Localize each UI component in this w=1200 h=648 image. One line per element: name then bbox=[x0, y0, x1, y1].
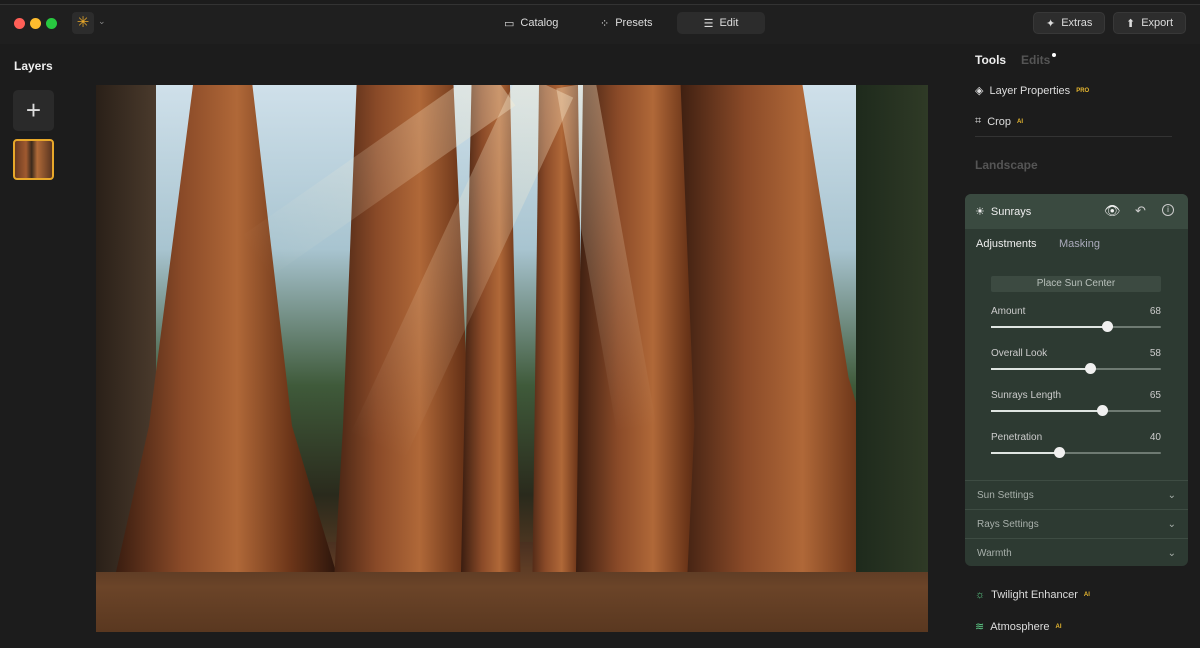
pro-badge: PRO bbox=[1076, 88, 1089, 94]
extras-button[interactable]: ✦ Extras bbox=[1033, 12, 1105, 34]
collapsible-section[interactable]: Rays Settings ⌄ bbox=[965, 509, 1188, 538]
collapsible-section[interactable]: Sun Settings ⌄ bbox=[965, 480, 1188, 509]
eye-icon[interactable]: 👁 bbox=[1104, 203, 1121, 219]
presets-label: Presets bbox=[615, 17, 652, 29]
layer-thumbnail[interactable] bbox=[13, 139, 54, 180]
close-window-button[interactable] bbox=[14, 18, 25, 29]
chevron-down-icon: ⌄ bbox=[1168, 519, 1176, 530]
slider-fill bbox=[991, 452, 1059, 454]
slider-value: 65 bbox=[1150, 390, 1161, 401]
collapsible-section[interactable]: Warmth ⌄ bbox=[965, 538, 1188, 566]
place-sun-center-button[interactable]: Place Sun Center bbox=[991, 276, 1161, 292]
slider-handle[interactable] bbox=[1102, 321, 1113, 332]
maximize-window-button[interactable] bbox=[46, 18, 57, 29]
layers-title: Layers bbox=[14, 59, 53, 73]
tool-twilight-enhancer[interactable]: ☼ Twilight Enhancer AI bbox=[975, 589, 1090, 601]
ai-badge: AI bbox=[1017, 119, 1023, 125]
export-icon: ⬆ bbox=[1126, 17, 1135, 30]
edit-label: Edit bbox=[719, 17, 738, 29]
info-icon[interactable]: i bbox=[1162, 204, 1174, 216]
undo-icon[interactable]: ↶ bbox=[1135, 203, 1146, 219]
slider-handle[interactable] bbox=[1085, 363, 1096, 374]
slider-label: Amount bbox=[991, 306, 1025, 317]
presets-icon: ⁘ bbox=[600, 17, 609, 30]
crop-icon: ⌗ bbox=[975, 115, 981, 128]
chevron-down-icon[interactable]: ⌄ bbox=[98, 16, 106, 27]
photo-canvas[interactable] bbox=[96, 85, 928, 632]
divider bbox=[975, 136, 1172, 137]
export-button[interactable]: ⬆ Export bbox=[1113, 12, 1186, 34]
edits-indicator-dot bbox=[1052, 53, 1056, 57]
export-label: Export bbox=[1141, 17, 1173, 29]
extras-label: Extras bbox=[1061, 17, 1092, 29]
tab-edits[interactable]: Edits bbox=[1021, 53, 1050, 67]
section-label: Rays Settings bbox=[977, 519, 1039, 530]
tab-tools[interactable]: Tools bbox=[975, 53, 1006, 67]
waves-icon: ≋ bbox=[975, 620, 984, 633]
slider-fill bbox=[991, 368, 1090, 370]
slider-value: 40 bbox=[1150, 432, 1161, 443]
tool-layer-properties[interactable]: ◈ Layer Properties PRO bbox=[975, 84, 1089, 97]
minimize-window-button[interactable] bbox=[30, 18, 41, 29]
sun-icon: ☀ bbox=[975, 205, 985, 218]
slider-handle[interactable] bbox=[1097, 405, 1108, 416]
tool-label: Atmosphere bbox=[990, 621, 1049, 633]
tool-label: Crop bbox=[987, 116, 1011, 128]
slider-track[interactable] bbox=[991, 368, 1161, 370]
tool-label: Twilight Enhancer bbox=[991, 589, 1078, 601]
sunrays-panel: ☀ Sunrays 👁 ↶ i Adjustments Masking Place… bbox=[965, 194, 1188, 566]
layers-icon: ◈ bbox=[975, 84, 983, 97]
slider-fill bbox=[991, 326, 1107, 328]
slider-fill bbox=[991, 410, 1102, 412]
sliders-icon: ☰ bbox=[704, 17, 714, 30]
slider-value: 58 bbox=[1150, 348, 1161, 359]
tab-masking[interactable]: Masking bbox=[1059, 238, 1100, 250]
ai-badge: AI bbox=[1056, 624, 1062, 630]
presets-button[interactable]: ⁘ Presets bbox=[588, 12, 665, 34]
slider-track[interactable] bbox=[991, 326, 1161, 328]
add-layer-button[interactable]: + bbox=[13, 90, 54, 131]
sunrays-header[interactable]: ☀ Sunrays bbox=[965, 194, 1188, 229]
slider-value: 68 bbox=[1150, 306, 1161, 317]
slider-track[interactable] bbox=[991, 452, 1161, 454]
folder-icon: ▭ bbox=[504, 17, 514, 30]
sparkle-icon: ✦ bbox=[1046, 17, 1055, 30]
tab-adjustments[interactable]: Adjustments bbox=[976, 238, 1037, 250]
tool-label: Layer Properties bbox=[989, 85, 1070, 97]
edit-button[interactable]: ☰ Edit bbox=[677, 12, 765, 34]
slider-label: Penetration bbox=[991, 432, 1042, 443]
slider-track[interactable] bbox=[991, 410, 1161, 412]
sunrays-title: Sunrays bbox=[991, 206, 1031, 218]
app-menu-sun-icon[interactable]: ✳ bbox=[72, 12, 94, 34]
ai-badge: AI bbox=[1084, 592, 1090, 598]
chevron-down-icon: ⌄ bbox=[1168, 490, 1176, 501]
sunrise-icon: ☼ bbox=[975, 589, 985, 601]
catalog-label: Catalog bbox=[520, 17, 558, 29]
slider-label: Sunrays Length bbox=[991, 390, 1061, 401]
chevron-down-icon: ⌄ bbox=[1168, 548, 1176, 559]
slider-handle[interactable] bbox=[1054, 447, 1065, 458]
slider-label: Overall Look bbox=[991, 348, 1047, 359]
section-landscape: Landscape bbox=[975, 158, 1038, 172]
catalog-button[interactable]: ▭ Catalog bbox=[492, 12, 570, 34]
tool-crop[interactable]: ⌗ Crop AI bbox=[975, 115, 1023, 128]
section-label: Sun Settings bbox=[977, 490, 1034, 501]
section-label: Warmth bbox=[977, 548, 1012, 559]
tool-atmosphere[interactable]: ≋ Atmosphere AI bbox=[975, 620, 1062, 633]
